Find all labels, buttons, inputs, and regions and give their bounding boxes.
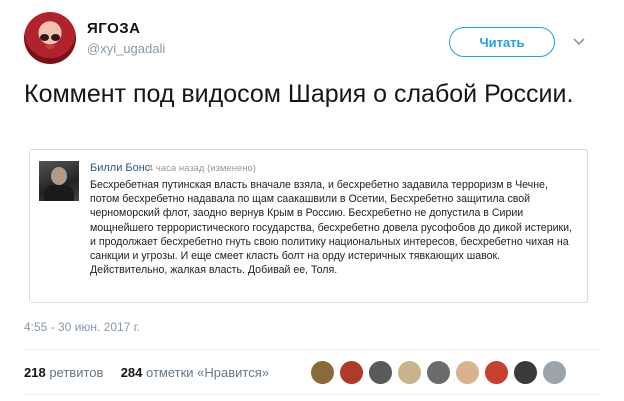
comment-meta: 4 часа назад (изменено) (148, 163, 256, 174)
liker-avatar[interactable] (397, 360, 422, 385)
avatar-eye (40, 34, 49, 41)
divider (24, 394, 600, 395)
liker-avatar[interactable] (484, 360, 509, 385)
likes-count: 284 (120, 365, 143, 380)
liker-avatar[interactable] (542, 360, 567, 385)
author-name[interactable]: ЯГОЗА (87, 20, 140, 37)
tweet-stats: 218 ретвитов 284 отметки «Нравится» (24, 365, 269, 380)
divider (24, 349, 600, 350)
author-avatar[interactable] (24, 12, 76, 64)
liker-avatar[interactable] (513, 360, 538, 385)
liker-avatar[interactable] (310, 360, 335, 385)
likes-stat[interactable]: 284 отметки «Нравится» (121, 365, 269, 380)
liker-avatar[interactable] (368, 360, 393, 385)
embedded-comment-screenshot: Билли Бонс 4 часа назад (изменено) Бесхр… (29, 149, 588, 303)
comment-body: Бесхребетная путинская власть вначале вз… (90, 179, 572, 277)
avatar-torso (44, 185, 74, 201)
retweets-stat[interactable]: 218 ретвитов (24, 365, 103, 380)
tweet-text: Коммент под видосом Шария о слабой Росси… (24, 80, 574, 108)
author-handle[interactable]: @xyi_ugadali (87, 41, 165, 56)
retweets-count: 218 (24, 365, 46, 380)
liker-avatar[interactable] (426, 360, 451, 385)
avatar-mouth (45, 45, 55, 49)
tweet-timestamp[interactable]: 4:55 - 30 июн. 2017 г. (24, 320, 140, 334)
liker-avatar[interactable] (455, 360, 480, 385)
liker-avatar[interactable] (339, 360, 364, 385)
comment-author-name: Билли Бонс (90, 162, 151, 174)
avatar-head (51, 167, 67, 185)
chevron-down-icon (573, 38, 585, 46)
avatar-eye (51, 34, 60, 41)
follow-button[interactable]: Читать (449, 27, 555, 57)
likes-label: отметки «Нравится» (146, 365, 269, 380)
retweets-label: ретвитов (49, 365, 104, 380)
comment-author-avatar (39, 161, 79, 201)
liker-avatars (310, 360, 571, 386)
more-options-button[interactable] (568, 31, 590, 53)
